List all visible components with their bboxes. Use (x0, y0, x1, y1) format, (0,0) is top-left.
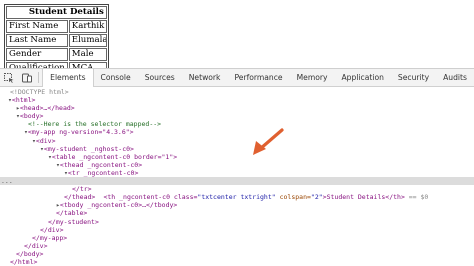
dom-node[interactable]: ▾<my-student _nghost-c0> (0, 145, 474, 153)
dom-node[interactable]: </thead> (0, 193, 474, 201)
tr-close-tag: </tr> (72, 185, 92, 194)
student-details-table: Student Details First Name Karthik Last … (4, 4, 109, 77)
tr-tag: <tr _ngcontent-c0> (67, 168, 139, 177)
inspect-element-icon[interactable] (0, 69, 18, 86)
dom-node[interactable]: <!DOCTYPE html> (0, 88, 474, 96)
dom-node[interactable]: ▾<table _ngcontent-c0 border="1"> (0, 153, 474, 161)
row-key: Gender (6, 48, 68, 61)
table-close-tag: </table> (56, 209, 88, 218)
tab-memory[interactable]: Memory (290, 69, 335, 86)
dom-node[interactable]: </table> (0, 209, 474, 217)
my-student-tag: <my-student _nghost-c0> (43, 144, 134, 153)
table-header-row: Student Details (6, 6, 107, 19)
dom-node[interactable]: ▾<div> (0, 137, 474, 145)
table-row: Last Name Elumalai (6, 34, 107, 47)
tab-elements[interactable]: Elements (42, 68, 94, 87)
dom-node[interactable]: </body> (0, 250, 474, 258)
dom-node[interactable]: </tr> (0, 185, 474, 193)
tbody-tag: <tbody _ngcontent-c0>…</tbody> (59, 201, 178, 210)
dom-node[interactable]: ▾<my-app ng-version="4.3.6"> (0, 128, 474, 136)
html-close-tag: </html> (10, 257, 38, 266)
toolbar-separator (38, 72, 40, 83)
dom-node[interactable]: ▾<html> (0, 96, 474, 104)
elements-dom-tree: <!DOCTYPE html> ▾<html> ▸<head>…</head> … (0, 88, 474, 266)
comment-node: <!--Here is the selector mapped--> (28, 120, 162, 129)
row-value: Karthik (68, 20, 107, 33)
table-tag: <table _ngcontent-c0 border="1"> (51, 152, 178, 161)
device-toolbar-icon[interactable] (18, 69, 36, 86)
dom-node[interactable]: </div> (0, 226, 474, 234)
row-value: Elumalai (68, 34, 107, 47)
div-close-tag: </div> (24, 241, 48, 250)
selected-dom-node[interactable]: ... <th _ngcontent-c0 class="txtcenter t… (0, 177, 474, 201)
dom-node[interactable]: ▾<tr _ngcontent-c0> (0, 169, 474, 177)
table-row: Gender Male (6, 48, 107, 61)
head-tag: <head>…</head> (19, 104, 75, 113)
body-open-tag: <body> (19, 112, 44, 121)
dom-node[interactable]: </div> (0, 242, 474, 250)
tab-console[interactable]: Console (94, 69, 138, 86)
tab-sources[interactable]: Sources (138, 69, 182, 86)
tab-application[interactable]: Application (334, 69, 390, 86)
thead-tag: <thead _ngcontent-c0> (59, 160, 143, 169)
thead-close-tag: </thead> (64, 193, 96, 202)
my-app-tag: <my-app ng-version="4.3.6"> (27, 128, 134, 137)
div-open-tag: <div> (35, 136, 56, 145)
row-value: Male (68, 48, 107, 61)
tab-network[interactable]: Network (182, 69, 228, 86)
html-open-tag: <html> (11, 96, 36, 105)
dom-node[interactable]: </my-student> (0, 218, 474, 226)
tab-audits[interactable]: Audits (436, 69, 474, 86)
dom-node[interactable]: <!--Here is the selector mapped--> (0, 120, 474, 128)
highlight-arrow-icon (253, 128, 284, 155)
tab-performance[interactable]: Performance (227, 69, 289, 86)
row-key: Last Name (6, 34, 68, 47)
dom-node[interactable]: </my-app> (0, 234, 474, 242)
doctype-node: <!DOCTYPE html> (10, 88, 69, 96)
tab-security[interactable]: Security (391, 69, 436, 86)
devtools-toolbar: Elements Console Sources Network Perform… (0, 68, 474, 87)
dom-node[interactable]: ▾<body> (0, 112, 474, 120)
dom-node[interactable]: ▾<thead _ngcontent-c0> (0, 161, 474, 169)
student-details-preview: Student Details First Name Karthik Last … (4, 4, 109, 77)
student-details-caption: Student Details (6, 6, 107, 19)
table-row: First Name Karthik (6, 20, 107, 33)
dom-node[interactable]: ▸<head>…</head> (0, 104, 474, 112)
dom-node[interactable]: </html> (0, 258, 474, 266)
div-close-tag: </div> (40, 225, 64, 234)
my-app-close-tag: </my-app> (32, 233, 68, 242)
gutter-dots: ... (1, 177, 13, 186)
my-student-close-tag: </my-student> (48, 217, 99, 226)
devtools-panel: Elements Console Sources Network Perform… (0, 68, 474, 266)
row-key: First Name (6, 20, 68, 33)
body-close-tag: </body> (16, 249, 44, 258)
dom-node[interactable]: ▸<tbody _ngcontent-c0>…</tbody> (0, 201, 474, 209)
